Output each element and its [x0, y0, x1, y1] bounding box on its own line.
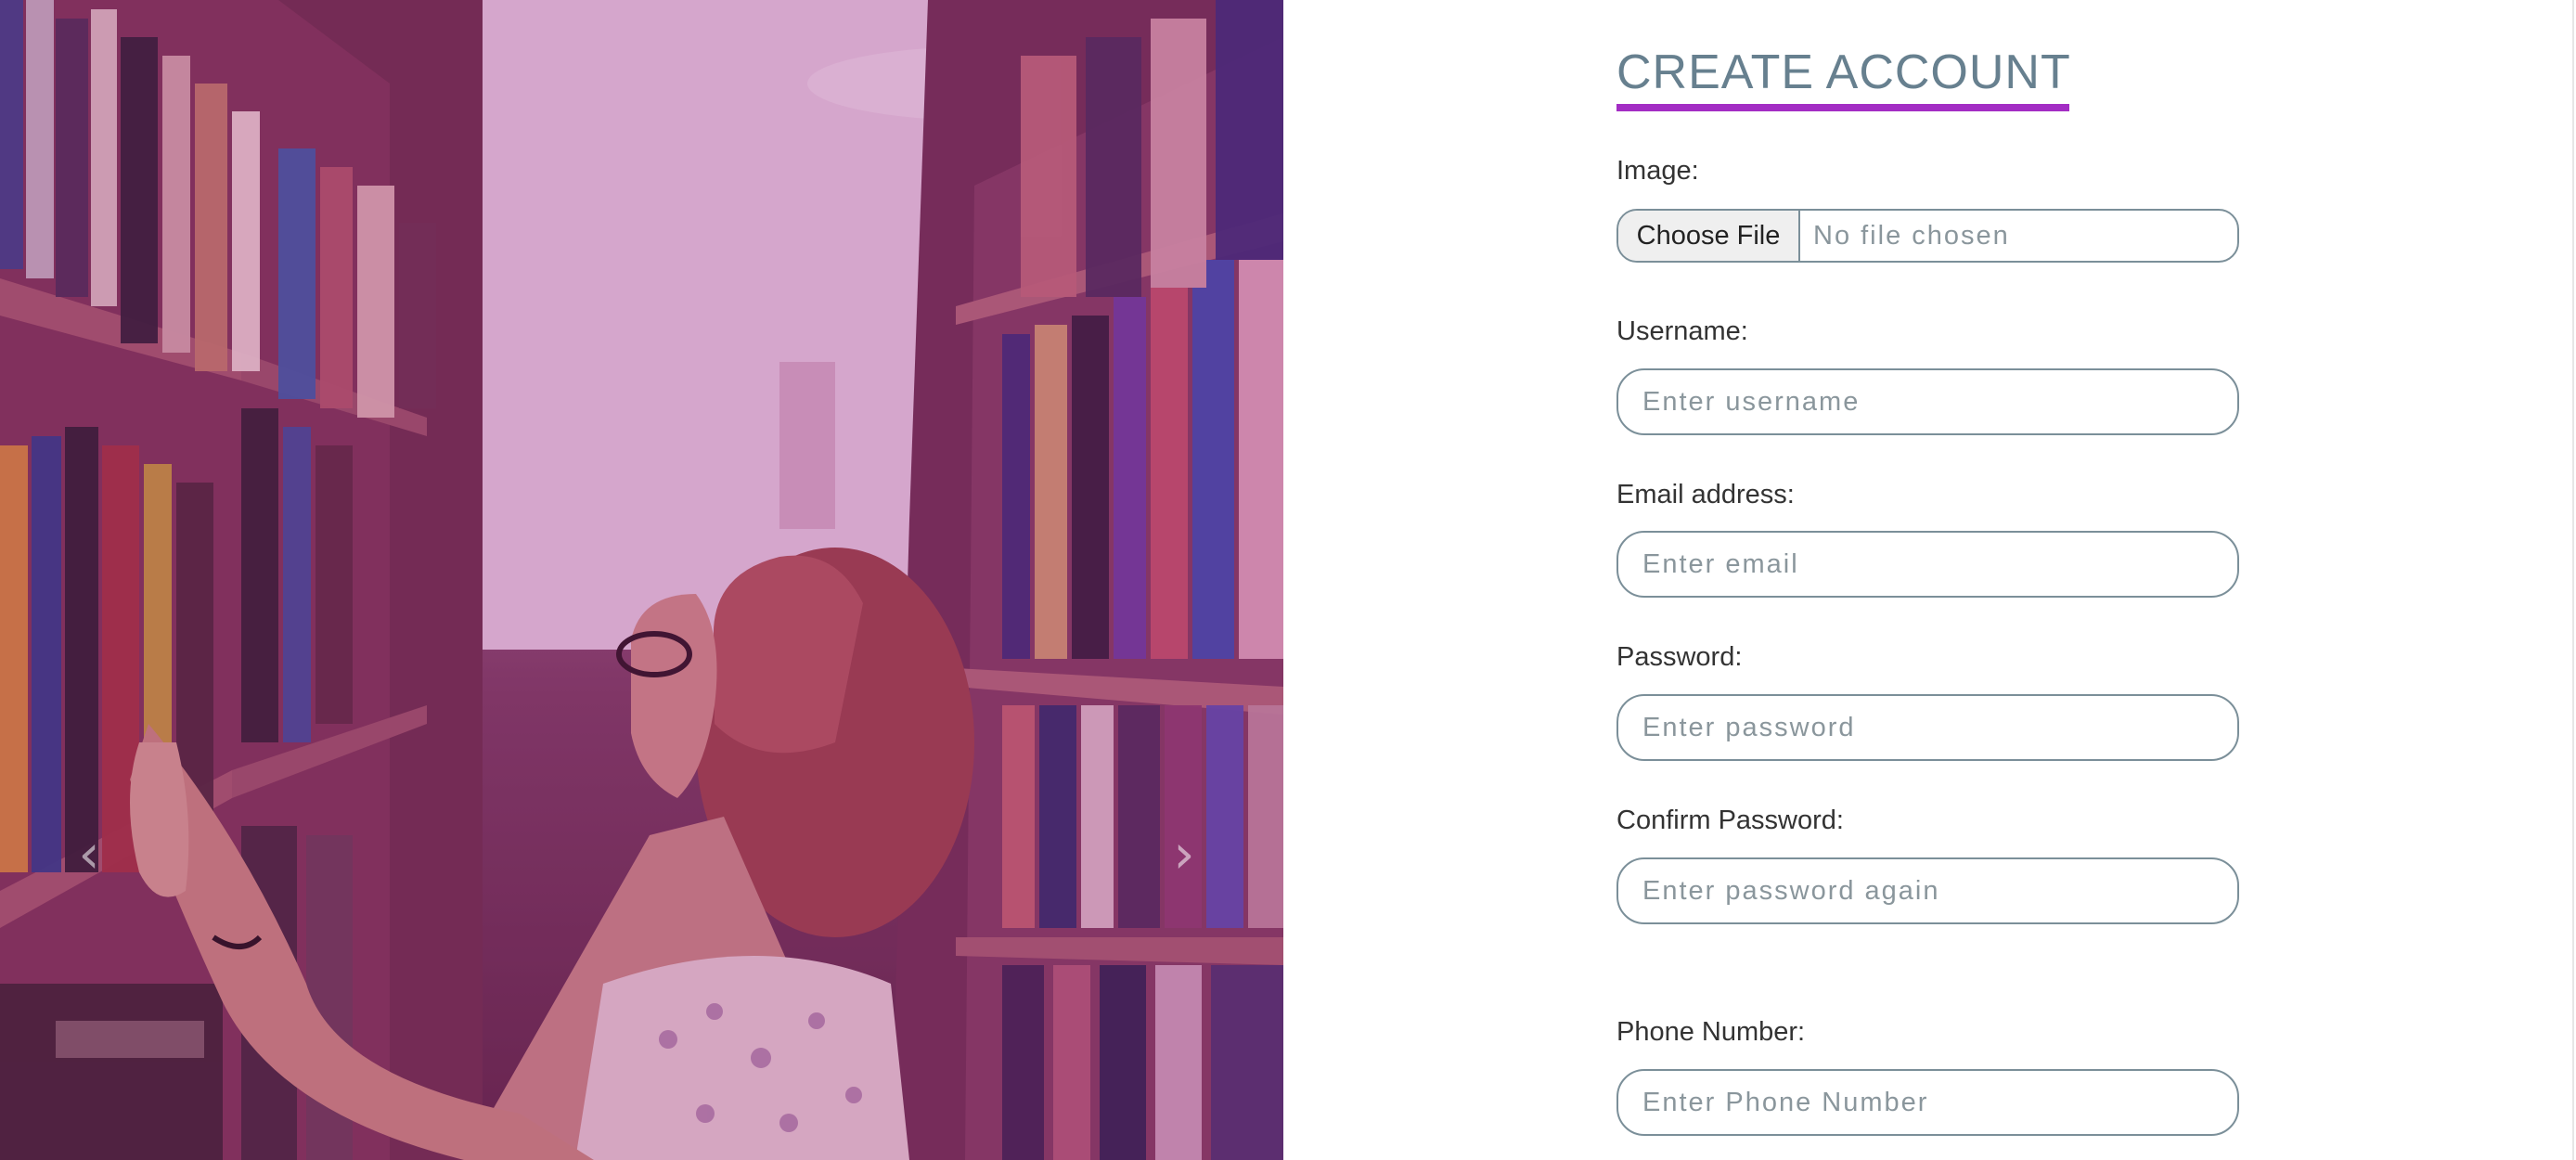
- page-scrollbar[interactable]: [2572, 0, 2574, 1160]
- username-label: Username:: [1616, 316, 1748, 346]
- image-file-input[interactable]: Choose File No file chosen: [1616, 209, 2239, 263]
- choose-file-button[interactable]: Choose File: [1618, 211, 1800, 261]
- carousel-next-icon[interactable]: ›: [1156, 826, 1212, 882]
- title-underline: [1616, 104, 2069, 111]
- password-input[interactable]: [1616, 694, 2239, 761]
- phone-number-label: Phone Number:: [1616, 1017, 1806, 1047]
- carousel-prev-icon[interactable]: ‹: [61, 826, 117, 882]
- library-photo: [0, 0, 1283, 1160]
- image-carousel: ‹ ›: [0, 0, 1283, 1160]
- page-title: CREATE ACCOUNT: [1616, 45, 2071, 99]
- create-account-page: ‹ › CREATE ACCOUNT Image: Choose File No…: [0, 0, 2576, 1160]
- confirm-password-input[interactable]: [1616, 857, 2239, 924]
- create-account-form: CREATE ACCOUNT Image: Choose File No fil…: [1616, 0, 2248, 1160]
- image-label: Image:: [1616, 156, 1699, 186]
- username-input[interactable]: [1616, 368, 2239, 435]
- file-status-text: No file chosen: [1813, 221, 2010, 251]
- password-label: Password:: [1616, 642, 1743, 672]
- email-label: Email address:: [1616, 480, 1795, 509]
- confirm-password-label: Confirm Password:: [1616, 806, 1844, 835]
- email-input[interactable]: [1616, 531, 2239, 598]
- phone-number-input[interactable]: [1616, 1069, 2239, 1136]
